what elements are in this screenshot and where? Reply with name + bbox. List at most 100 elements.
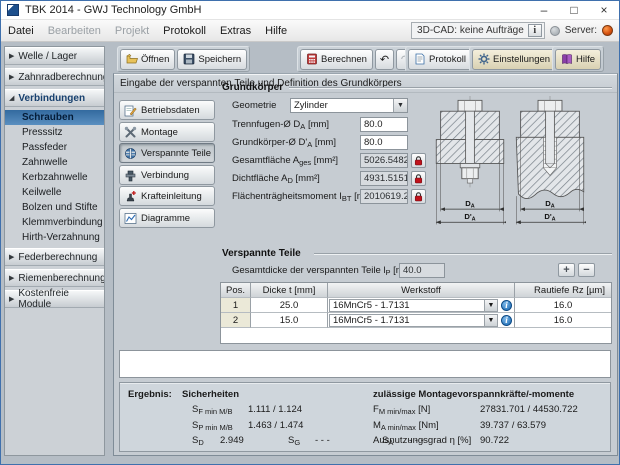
module-button-montage[interactable]: Montage xyxy=(119,122,215,142)
protocol-button[interactable]: Protokoll xyxy=(408,49,472,70)
grundkoerper-durchmesser-input[interactable]: 80.0 xyxy=(360,135,408,150)
lock-icon xyxy=(414,156,423,166)
sidebar-header-label: Riemenberechnung xyxy=(18,273,105,284)
save-button[interactable]: Speichern xyxy=(177,49,247,70)
row-rautiefe-input[interactable]: 16.0 xyxy=(515,313,611,328)
sd-value: 2.949 xyxy=(220,435,244,446)
module-button-verspannte-teile[interactable]: Verspannte Teile xyxy=(119,143,215,163)
page-title: Eingabe der verspannten Teile und Defini… xyxy=(114,74,617,93)
gesamtdicke-label: Gesamtdicke der verspannten Teile lP [mm… xyxy=(232,265,414,277)
sidebar-item-presssitz[interactable]: Presssitz xyxy=(5,125,104,140)
gesamtflaeche-lock-button[interactable] xyxy=(411,153,426,168)
diagrams-icon xyxy=(124,212,137,225)
close-button[interactable]: × xyxy=(589,1,619,19)
svg-text:DA: DA xyxy=(465,199,475,210)
remove-row-button[interactable]: − xyxy=(578,263,595,277)
toolbar-calc-group: Berechnen ↶ ↷ xyxy=(297,46,418,72)
results-panel: Ergebnis: Sicherheiten SF min M/B 1.111 … xyxy=(119,382,611,452)
ma-value: 39.737 / 63.579 xyxy=(480,420,546,431)
werkstoff-select[interactable]: 16MnCr5 - 1.7131 ▼ xyxy=(329,299,498,312)
dichtflaeche-lock-button[interactable] xyxy=(411,171,426,186)
menu-datei[interactable]: Datei xyxy=(1,23,41,39)
menu-hilfe[interactable]: Hilfe xyxy=(258,23,294,39)
sidebar-item-hirth-verzahnung[interactable]: Hirth-Verzahnung xyxy=(5,230,104,245)
maximize-button[interactable]: □ xyxy=(559,1,589,19)
group-separator-line xyxy=(289,87,612,89)
flaechentraegheitsmoment-label: Flächenträgheitsmoment IBT [mm⁴] xyxy=(232,191,379,203)
sidebar-header-label: Zahnradberechnung xyxy=(18,72,105,83)
sidebar-item-kerbzahnwelle[interactable]: Kerbzahnwelle xyxy=(5,170,104,185)
material-info-button[interactable]: i xyxy=(501,300,512,311)
row-dicke-input[interactable]: 25.0 xyxy=(251,298,328,313)
undo-button[interactable]: ↶ xyxy=(375,49,394,70)
sidebar-item-klemmverbindung[interactable]: Klemmverbindung xyxy=(5,215,104,230)
chevron-down-icon[interactable]: ▼ xyxy=(393,99,407,112)
sidebar-item-keilwelle[interactable]: Keilwelle xyxy=(5,185,104,200)
menu-projekt[interactable]: Projekt xyxy=(108,23,156,39)
chevron-down-icon[interactable]: ▼ xyxy=(484,300,497,311)
calculate-button[interactable]: Berechnen xyxy=(300,49,373,70)
help-button[interactable]: Hilfe xyxy=(555,49,601,70)
trennfugen-input[interactable]: 80.0 xyxy=(360,117,408,132)
settings-button-label: Einstellungen xyxy=(493,54,550,65)
settings-button[interactable]: Einstellungen xyxy=(472,49,556,70)
minimize-button[interactable]: – xyxy=(529,1,559,19)
eta-label: Ausnutzungsgrad η [%] xyxy=(373,435,471,446)
fm-value: 27831.701 / 44530.722 xyxy=(480,404,578,415)
module-button-krafteinleitung[interactable]: Krafteinleitung xyxy=(119,186,215,206)
settings-icon xyxy=(478,53,490,65)
sidebar-item-schrauben[interactable]: Schrauben xyxy=(5,110,104,125)
chevron-down-icon[interactable]: ▼ xyxy=(484,315,497,326)
material-info-button[interactable]: i xyxy=(501,315,512,326)
menu-extras[interactable]: Extras xyxy=(213,23,258,39)
menu-bearbeiten[interactable]: Bearbeiten xyxy=(41,23,108,39)
col-header-pos: Pos. xyxy=(221,283,251,298)
toolbar-file-group: Öffnen Speichern xyxy=(117,46,250,72)
module-button-label: Diagramme xyxy=(141,213,190,224)
module-button-betriebsdaten[interactable]: Betriebsdaten xyxy=(119,100,215,120)
open-button[interactable]: Öffnen xyxy=(120,49,175,70)
row-rautiefe-input[interactable]: 16.0 xyxy=(515,298,611,313)
table-empty-row xyxy=(221,328,611,343)
help-book-icon xyxy=(561,53,573,65)
sidebar-item-passfeder[interactable]: Passfeder xyxy=(5,140,104,155)
dichtflaeche-value: 4931.5151 xyxy=(360,171,408,186)
flaechentraegheitsmoment-lock-button[interactable] xyxy=(411,189,426,204)
col-header-rautiefe: Rautiefe Rz [µm] xyxy=(515,283,611,298)
ma-label: MA min/max [Nm] xyxy=(373,420,439,432)
cad-info-button[interactable]: i xyxy=(528,24,542,37)
sidebar-header-verbindungen[interactable]: ◢ Verbindungen xyxy=(5,89,104,107)
module-button-verbindung[interactable]: Verbindung xyxy=(119,165,215,185)
add-row-button[interactable]: + xyxy=(558,263,575,277)
geometrie-label: Geometrie xyxy=(232,100,276,111)
werkstoff-select[interactable]: 16MnCr5 - 1.7131 ▼ xyxy=(329,314,498,327)
sidebar-header-riemenberechnung[interactable]: ▶ Riemenberechnung xyxy=(5,269,104,287)
sidebar-header-label: Kostenfreie Module xyxy=(18,288,100,310)
row-dicke-input[interactable]: 15.0 xyxy=(251,313,328,328)
sidebar-header-label: Federberechnung xyxy=(18,252,97,263)
server-status-led xyxy=(602,25,613,36)
sp-label: SP min M/B xyxy=(192,420,233,432)
sidebar-header-zahnradberechnung[interactable]: ▶ Zahnradberechnung xyxy=(5,68,104,86)
sidebar-item-bolzen-und-stifte[interactable]: Bolzen und Stifte xyxy=(5,200,104,215)
module-button-diagramme[interactable]: Diagramme xyxy=(119,208,215,228)
clamped-parts-table: Pos. Dicke t [mm] Werkstoff Rautiefe Rz … xyxy=(220,282,612,344)
table-row: 1 25.0 16MnCr5 - 1.7131 ▼ i 16.0 xyxy=(221,298,611,313)
col-header-werkstoff: Werkstoff xyxy=(328,283,515,298)
row-pos: 1 xyxy=(221,298,250,312)
clamped-parts-icon xyxy=(124,147,137,160)
title-bar: TBK 2014 - GWJ Technology GmbH – □ × xyxy=(1,1,619,20)
montage-title: zulässige Montagevorspannkräfte/-momente xyxy=(373,389,574,400)
collapsed-arrow-icon: ▶ xyxy=(9,295,14,303)
geometrie-select[interactable]: Zylinder ▼ xyxy=(290,98,408,113)
sidebar-header-federberechnung[interactable]: ▶ Federberechnung xyxy=(5,248,104,266)
geometrie-value: Zylinder xyxy=(291,100,393,111)
sidebar-item-zahnwelle[interactable]: Zahnwelle xyxy=(5,155,104,170)
gesamtdicke-value: 40.0 xyxy=(399,263,445,278)
sidebar-header-welle-lager[interactable]: ▶ Welle / Lager xyxy=(5,47,104,65)
joint-diagram-through-bolt: DA D'A xyxy=(434,96,506,244)
main-content-panel: Eingabe der verspannten Teile und Defini… xyxy=(113,73,618,456)
sidebar-header-kostenfreie-module[interactable]: ▶ Kostenfreie Module xyxy=(5,290,104,308)
menu-protokoll[interactable]: Protokoll xyxy=(156,23,213,39)
grundkoerper-group-title: Grundkörper xyxy=(222,82,283,93)
